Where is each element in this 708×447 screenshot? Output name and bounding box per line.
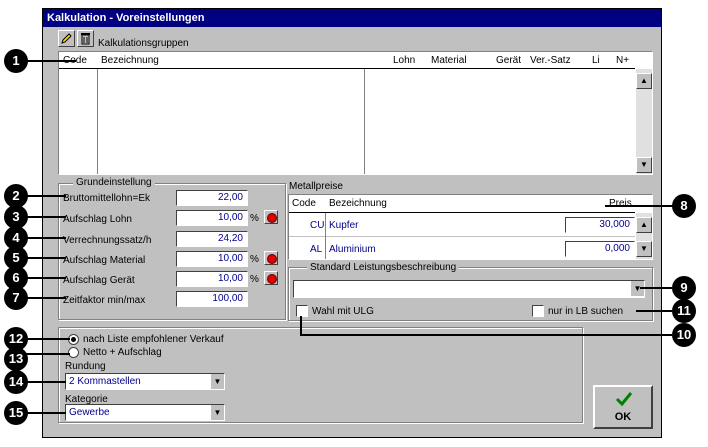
metal-price-kupfer[interactable]: 30,000 <box>565 217 635 233</box>
red-dot-material-button[interactable] <box>264 251 278 265</box>
callout-14: 14 <box>4 370 28 394</box>
nur-lb-label: nur in LB suchen <box>548 306 624 317</box>
kalkulationsgruppen-table[interactable]: Code Bezeichnung Lohn Material Gerät Ver… <box>58 51 653 175</box>
red-dot-lohn-button[interactable] <box>264 210 278 224</box>
standard-lb-title: Standard Leistungsbeschreibung <box>307 262 460 273</box>
col-bezeichnung: Bezeichnung <box>101 55 159 66</box>
chevron-down-icon[interactable]: ▼ <box>210 405 224 420</box>
callout-10: 10 <box>672 323 696 347</box>
scroll-up-icon[interactable]: ▲ <box>636 73 652 89</box>
label-bruttomittellohn: Bruttomittellohn=Ek <box>63 193 150 204</box>
delete-button[interactable] <box>77 30 94 47</box>
metallpreise-table[interactable]: Code Bezeichnung Preis CU Kupfer 30,000 … <box>288 194 653 260</box>
metal-col-preis: Preis <box>609 198 632 209</box>
metal-code-cu: CU <box>310 220 325 231</box>
table-scrollbar[interactable]: ▲ ▼ <box>636 69 652 174</box>
ok-label: OK <box>614 411 632 423</box>
radio-empfohlener-verkauf-label: nach Liste empfohlener Verkauf <box>83 334 224 345</box>
metal-col-bezeichnung: Bezeichnung <box>329 198 387 209</box>
callout-8: 8 <box>672 194 696 218</box>
pencil-icon <box>61 33 72 44</box>
toolbar-label: Kalkulationsgruppen <box>98 38 189 49</box>
checkmark-icon <box>615 392 633 407</box>
red-dot-icon <box>267 254 277 264</box>
rundung-label: Rundung <box>65 361 106 372</box>
ok-button[interactable]: OK <box>593 385 653 429</box>
metallpreise-title: Metallpreise <box>289 181 343 192</box>
percent-lohn: % <box>250 213 259 224</box>
bruttomittellohn-input[interactable]: 22,00 <box>176 190 248 206</box>
label-zeitfaktor: Zeitfaktor min/max <box>63 295 146 306</box>
label-aufschlag-material: Aufschlag Material <box>63 255 146 266</box>
scroll-down-icon[interactable]: ▼ <box>636 157 652 173</box>
metal-name-kupfer: Kupfer <box>329 220 359 231</box>
chevron-down-icon[interactable]: ▼ <box>210 374 224 389</box>
callout-15: 15 <box>4 401 28 425</box>
metal-price-aluminium[interactable]: 0,000 <box>565 241 635 257</box>
zeitfaktor-input[interactable]: 100,00 <box>176 291 248 307</box>
percent-geraet: % <box>250 274 259 285</box>
col-geraet: Gerät <box>496 55 522 66</box>
callout-1: 1 <box>4 49 28 73</box>
rundung-select[interactable]: 2 Kommastellen ▼ <box>65 373 225 390</box>
scroll-down-icon[interactable]: ▼ <box>636 241 652 257</box>
col-ver-satz: Ver.-Satz <box>530 55 571 66</box>
aufschlag-material-input[interactable]: 10,00 <box>176 251 248 267</box>
scroll-up-icon[interactable]: ▲ <box>636 217 652 233</box>
trash-icon <box>81 33 90 45</box>
metal-scrollbar[interactable]: ▲ ▼ <box>636 213 652 259</box>
callout-7: 7 <box>4 286 28 310</box>
col-n-plus: N+ <box>616 55 630 66</box>
wahl-ulg-checkbox[interactable] <box>296 305 308 317</box>
dialog-window: Kalkulation - Voreinstellungen Kalkulati… <box>42 8 662 438</box>
percent-material: % <box>250 254 259 265</box>
callout-11: 11 <box>672 299 696 323</box>
aufschlag-lohn-input[interactable]: 10,00 <box>176 210 248 226</box>
aufschlag-geraet-input[interactable]: 10,00 <box>176 271 248 287</box>
wahl-ulg-label: Wahl mit ULG <box>312 306 374 317</box>
metal-col-code: Code <box>292 198 316 209</box>
radio-netto-aufschlag-label: Netto + Aufschlag <box>83 347 162 358</box>
nur-lb-checkbox[interactable] <box>532 305 544 317</box>
red-dot-geraet-button[interactable] <box>264 271 278 285</box>
red-dot-icon <box>267 274 277 284</box>
verrechnungssatz-input[interactable]: 24,20 <box>176 231 248 247</box>
label-aufschlag-geraet: Aufschlag Gerät <box>63 275 135 286</box>
callout-9: 9 <box>672 276 696 300</box>
kategorie-select[interactable]: Gewerbe ▼ <box>65 404 225 421</box>
callout-13: 13 <box>4 347 28 371</box>
col-li: Li <box>592 55 600 66</box>
label-verrechnungssatz: Verrechnungssatz/h <box>63 235 152 246</box>
label-aufschlag-lohn: Aufschlag Lohn <box>63 214 132 225</box>
red-dot-icon <box>267 213 277 223</box>
grundeinstellung-title: Grundeinstellung <box>73 177 155 188</box>
standard-lb-select[interactable]: ▼ <box>293 280 645 298</box>
window-title: Kalkulation - Voreinstellungen <box>43 9 661 27</box>
col-material: Material <box>431 55 467 66</box>
edit-button[interactable] <box>58 30 75 47</box>
metal-code-al: AL <box>310 244 323 255</box>
col-lohn: Lohn <box>393 55 416 66</box>
metal-name-aluminium: Aluminium <box>329 244 376 255</box>
